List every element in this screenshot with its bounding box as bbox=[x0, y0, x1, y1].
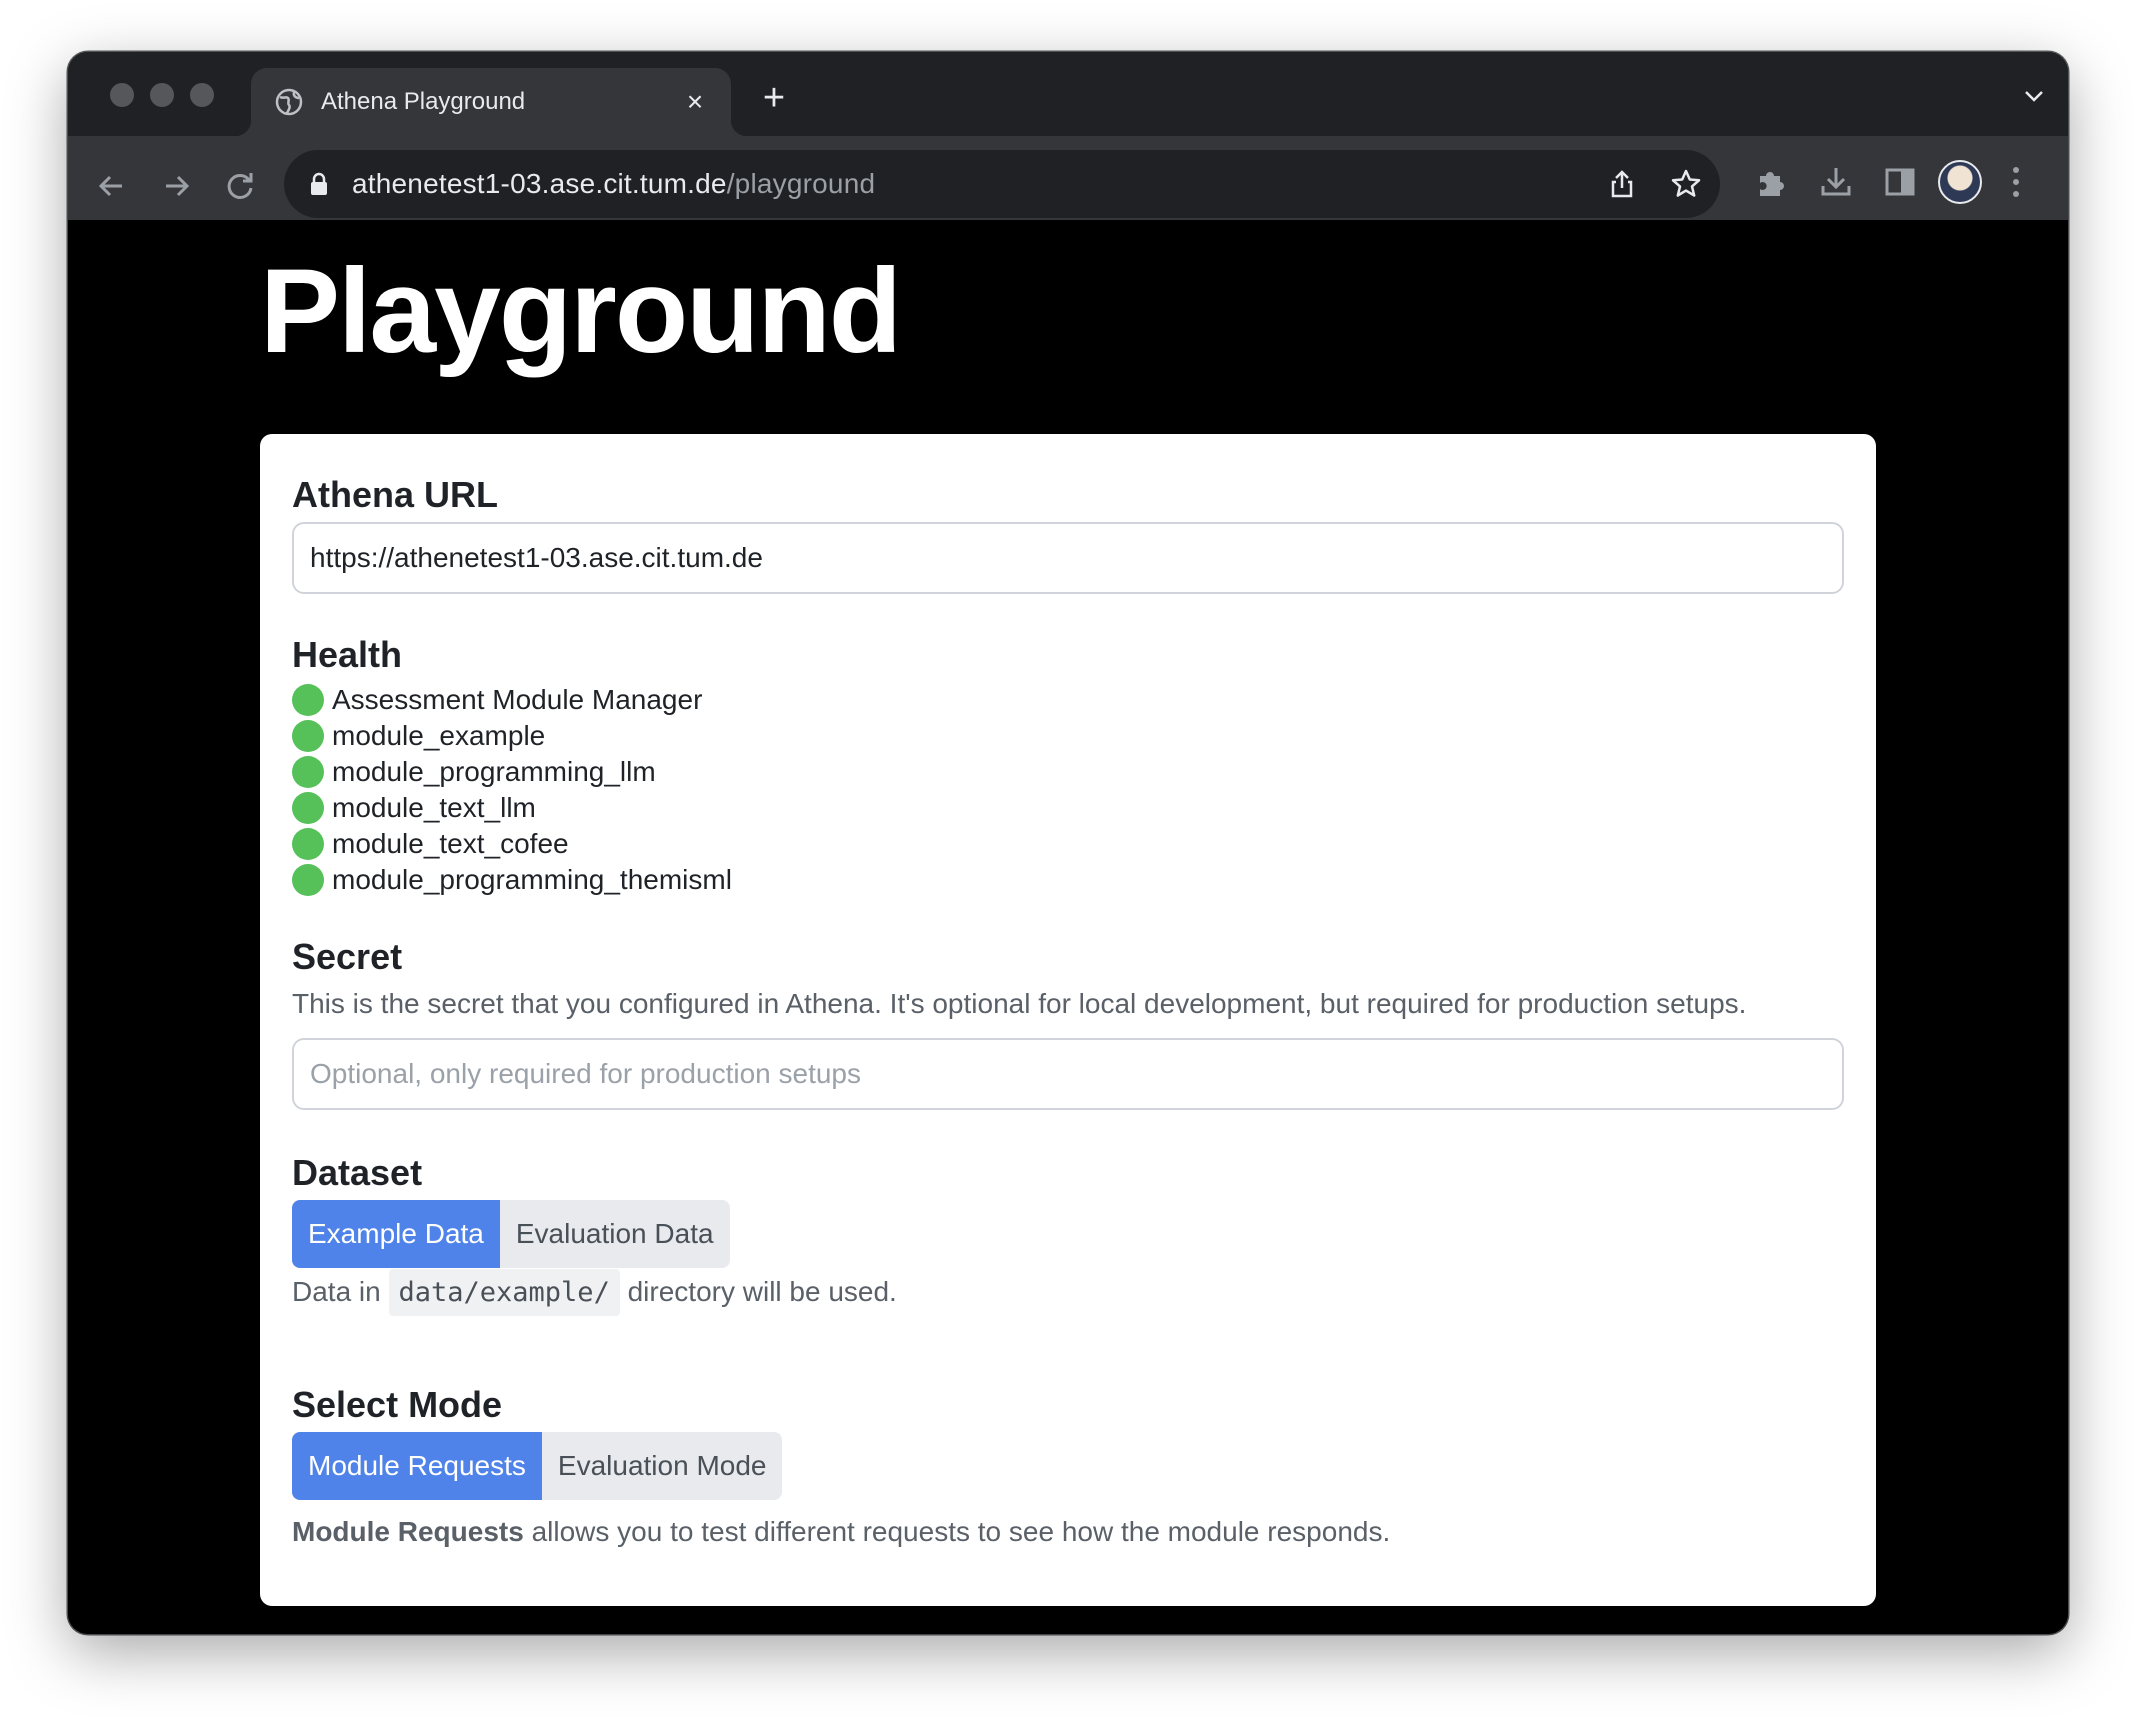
url-path: /playground bbox=[726, 168, 876, 199]
mode-note-bold: Module Requests bbox=[292, 1516, 524, 1547]
url-text[interactable]: athenetest1-03.ase.cit.tum.de/playground bbox=[352, 168, 875, 200]
window-zoom-dot[interactable] bbox=[190, 83, 214, 107]
health-item: Assessment Module Manager bbox=[292, 682, 732, 718]
page-content: Playground Athena URL Health Assessment … bbox=[68, 220, 2068, 1634]
more-menu-icon[interactable] bbox=[2012, 166, 2020, 198]
health-item-label: module_programming_llm bbox=[332, 756, 656, 787]
health-item: module_text_llm bbox=[292, 790, 732, 826]
url-host: athenetest1-03.ase.cit.tum.de bbox=[352, 168, 727, 199]
status-dot-icon bbox=[292, 720, 324, 752]
athena-url-heading: Athena URL bbox=[292, 474, 498, 515]
profile-avatar[interactable] bbox=[1938, 160, 1982, 204]
secret-input[interactable] bbox=[292, 1038, 1844, 1110]
new-tab-button[interactable]: + bbox=[756, 79, 792, 118]
bookmark-star-icon[interactable] bbox=[1670, 168, 1702, 200]
health-heading: Health bbox=[292, 634, 403, 675]
side-panel-icon[interactable] bbox=[1882, 164, 1918, 200]
back-arrow-icon[interactable] bbox=[90, 164, 134, 208]
address-bar[interactable]: athenetest1-03.ase.cit.tum.de/playground bbox=[284, 150, 1720, 218]
browser-window: Athena Playground × + athenetest1-03.ase… bbox=[68, 52, 2068, 1634]
health-list: Assessment Module Manager module_example… bbox=[292, 682, 732, 898]
globe-icon bbox=[275, 88, 303, 116]
health-item-label: Assessment Module Manager bbox=[332, 684, 703, 715]
status-dot-icon bbox=[292, 684, 324, 716]
status-dot-icon bbox=[292, 864, 324, 896]
tab-title: Athena Playground bbox=[321, 88, 526, 115]
window-close-dot[interactable] bbox=[110, 83, 134, 107]
tab-strip: Athena Playground × + bbox=[68, 52, 2068, 136]
health-item-label: module_text_llm bbox=[332, 792, 536, 823]
evaluation-mode-button[interactable]: Evaluation Mode bbox=[541, 1432, 783, 1500]
select-mode-heading: Select Mode bbox=[292, 1384, 503, 1425]
status-dot-icon bbox=[292, 792, 324, 824]
health-item: module_programming_themisml bbox=[292, 862, 732, 898]
dataset-note-prefix: Data in bbox=[292, 1276, 381, 1307]
forward-arrow-icon[interactable] bbox=[154, 164, 198, 208]
health-item-label: module_example bbox=[332, 720, 546, 751]
download-icon[interactable] bbox=[1818, 164, 1854, 200]
lock-icon[interactable] bbox=[310, 172, 328, 196]
athena-url-input[interactable] bbox=[292, 522, 1844, 594]
status-dot-icon bbox=[292, 828, 324, 860]
health-item: module_example bbox=[292, 718, 732, 754]
browser-tab[interactable]: Athena Playground × bbox=[235, 68, 747, 136]
module-requests-button[interactable]: Module Requests bbox=[292, 1432, 542, 1500]
evaluation-data-button[interactable]: Evaluation Data bbox=[499, 1200, 730, 1268]
health-item: module_programming_llm bbox=[292, 754, 732, 790]
mode-toggle-group: Module Requests Evaluation Mode bbox=[292, 1432, 783, 1500]
status-dot-icon bbox=[292, 756, 324, 788]
share-icon[interactable] bbox=[1606, 168, 1638, 200]
mode-note-rest: allows you to test different requests to… bbox=[531, 1516, 1391, 1547]
dataset-toggle-group: Example Data Evaluation Data bbox=[292, 1200, 730, 1268]
reload-icon[interactable] bbox=[218, 164, 262, 208]
secret-heading: Secret bbox=[292, 936, 403, 977]
dataset-note: Data in data/example/ directory will be … bbox=[292, 1269, 897, 1316]
secret-description: This is the secret that you configured i… bbox=[292, 988, 1747, 1019]
health-item-label: module_text_cofee bbox=[332, 828, 569, 859]
dataset-path-code: data/example/ bbox=[388, 1269, 620, 1316]
mode-note: Module Requests allows you to test diffe… bbox=[292, 1516, 1390, 1548]
tab-close-icon[interactable]: × bbox=[679, 86, 711, 118]
dataset-note-suffix: directory will be used. bbox=[627, 1276, 897, 1307]
extensions-puzzle-icon[interactable] bbox=[1754, 164, 1790, 200]
window-minimize-dot[interactable] bbox=[150, 83, 174, 107]
example-data-button[interactable]: Example Data bbox=[292, 1200, 500, 1268]
health-item: module_text_cofee bbox=[292, 826, 732, 862]
settings-card: Athena URL Health Assessment Module Mana… bbox=[260, 434, 1876, 1606]
health-item-label: module_programming_themisml bbox=[332, 864, 732, 895]
page-title: Playground bbox=[260, 244, 902, 378]
dataset-heading: Dataset bbox=[292, 1152, 423, 1193]
tab-search-chevron-icon[interactable] bbox=[2022, 86, 2046, 106]
